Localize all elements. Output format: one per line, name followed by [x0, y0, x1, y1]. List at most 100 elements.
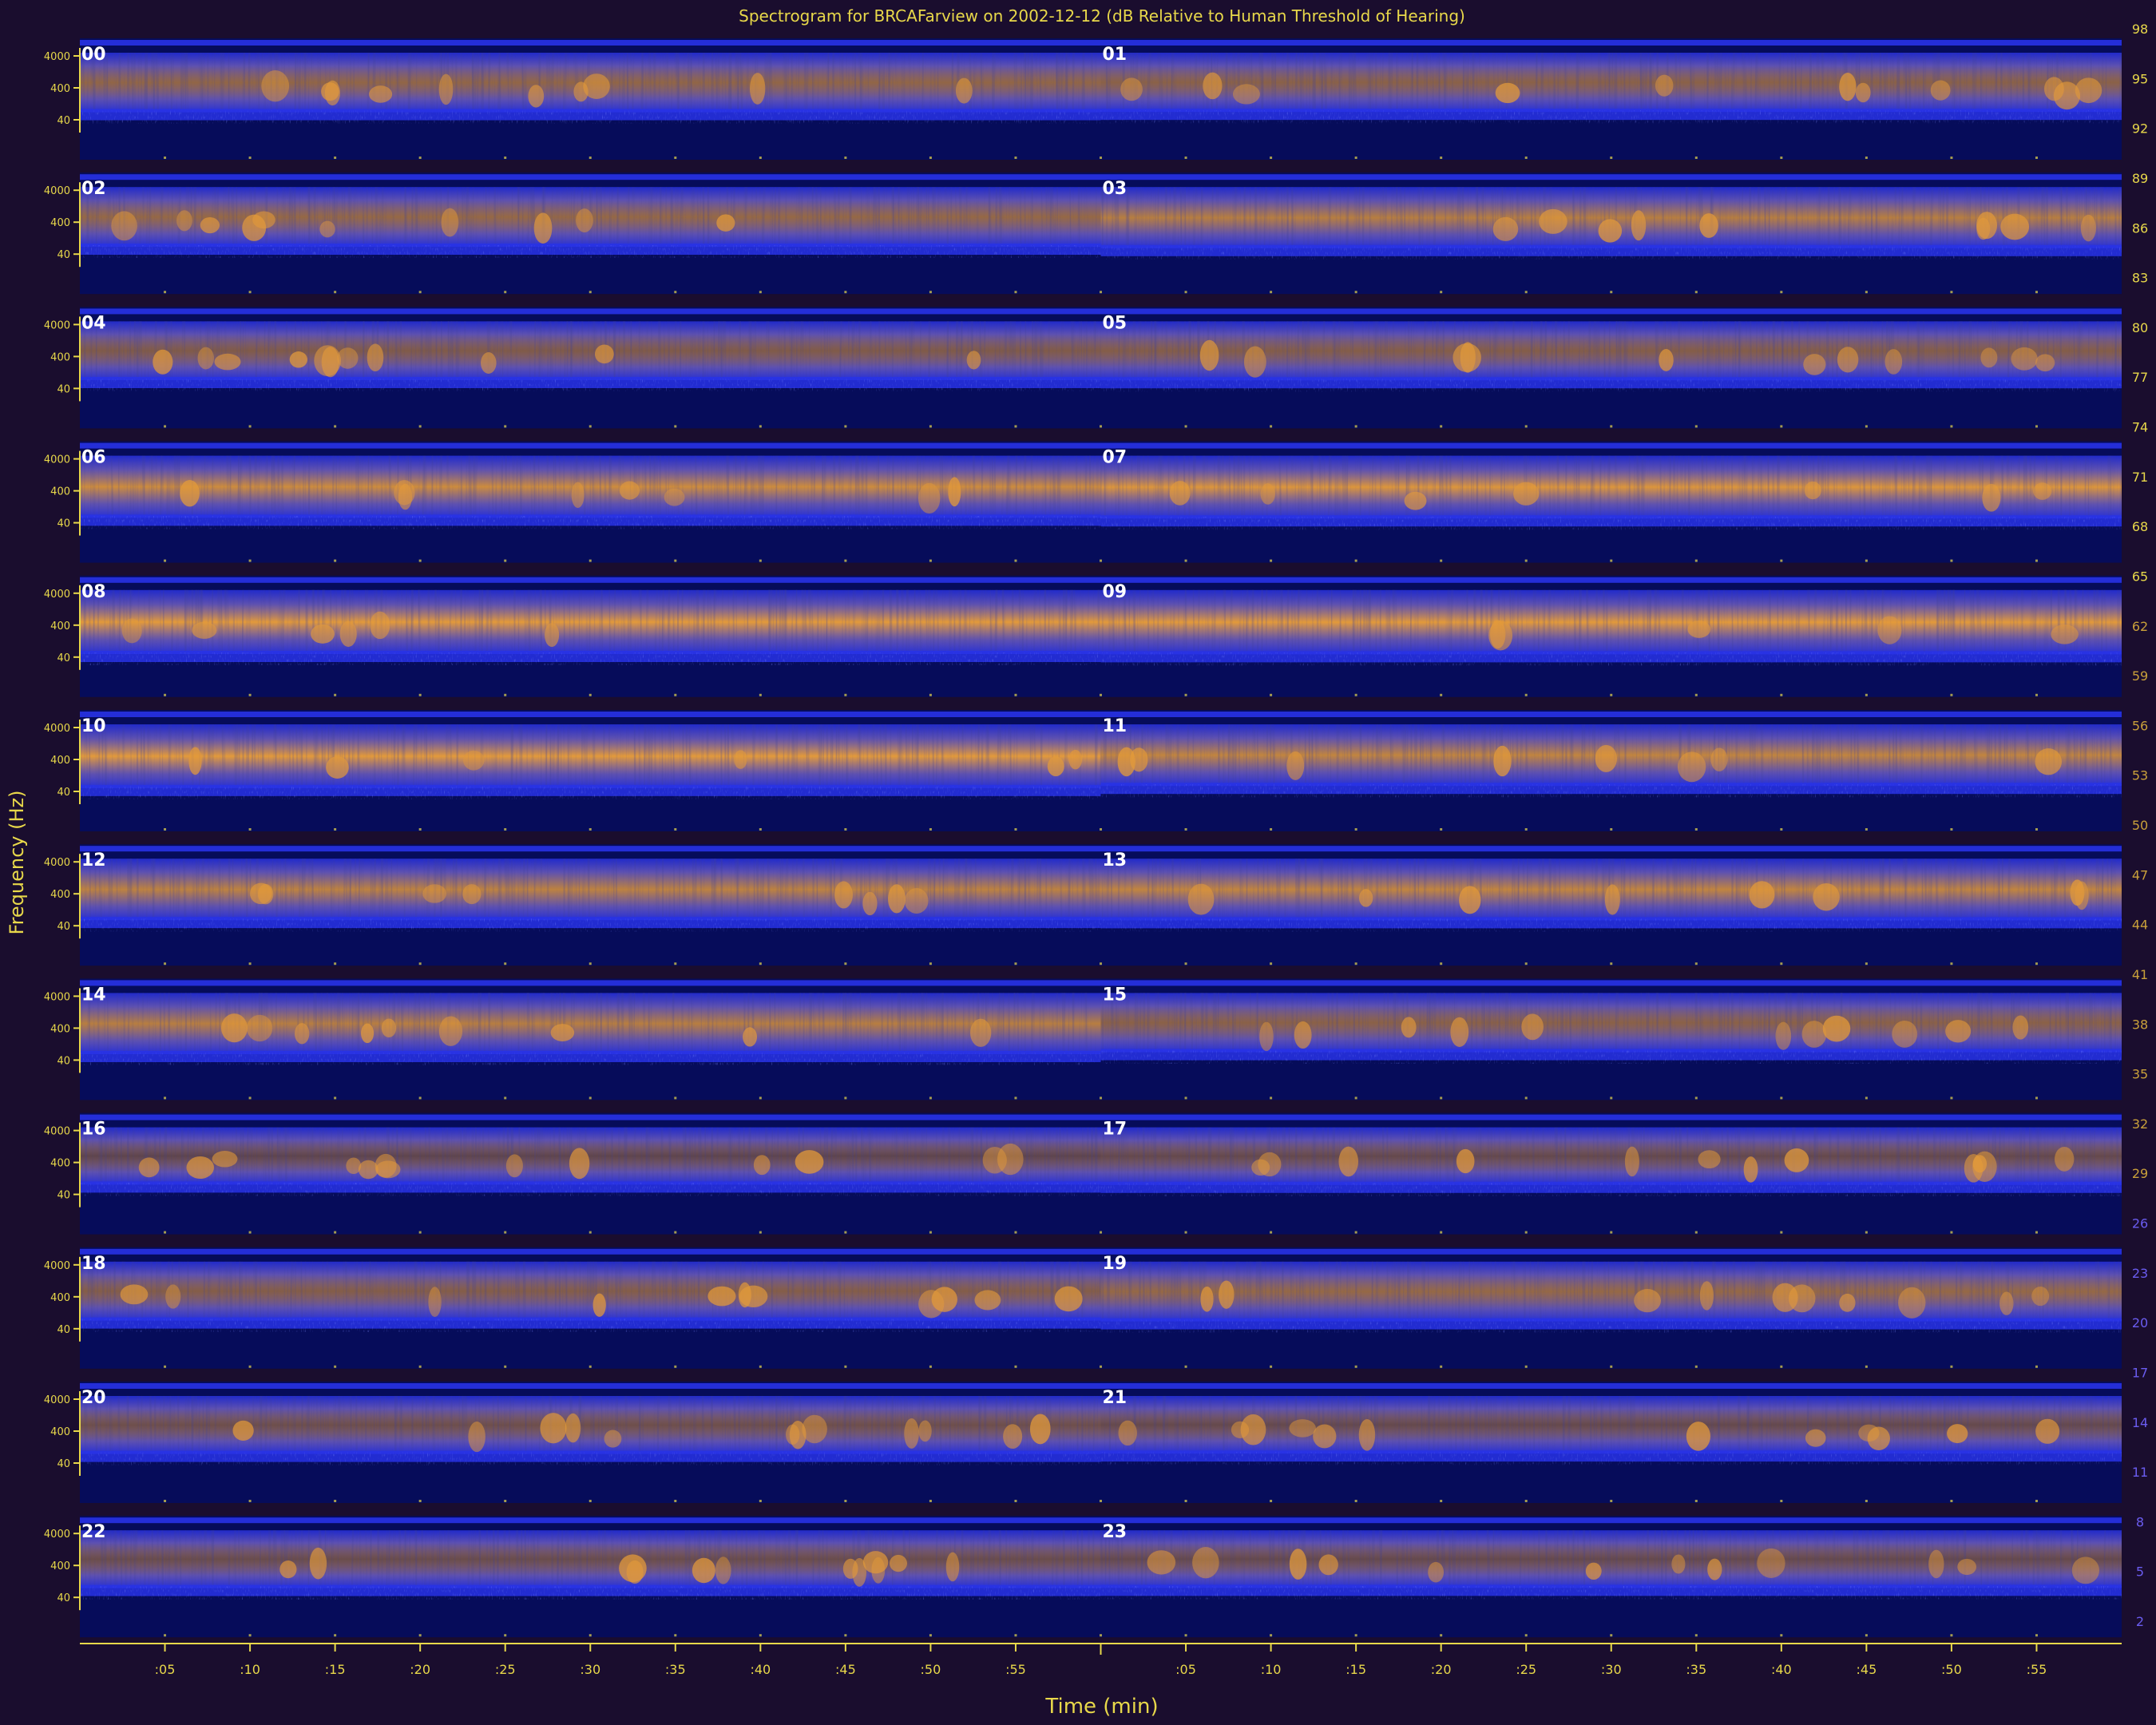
minute-dot	[2035, 693, 2038, 696]
transient-event	[871, 1556, 886, 1584]
minute-dot	[2035, 1500, 2038, 1502]
minute-dot	[674, 1634, 677, 1637]
minute-dot	[844, 962, 847, 966]
minute-dot	[1524, 1500, 1528, 1502]
colorbar-tick-label: 8	[2136, 1514, 2144, 1529]
minute-dot	[2035, 559, 2038, 562]
transient-event	[1585, 1562, 1602, 1580]
minute-dot	[759, 425, 762, 428]
minute-dot	[1865, 1231, 1868, 1234]
minute-dot	[1100, 962, 1102, 966]
transient-event	[583, 73, 610, 100]
colorbar-tick-label: 20	[2132, 1315, 2148, 1330]
transient-event	[1898, 1287, 1926, 1319]
transient-event	[1232, 84, 1260, 105]
minute-dot	[674, 291, 677, 294]
transient-event	[966, 351, 981, 370]
spectrogram-row: 22 23 4000 400 40	[44, 1516, 2122, 1638]
y-tick-label: 4000	[44, 454, 70, 466]
transient-event	[749, 73, 766, 105]
minute-dot	[334, 962, 337, 966]
minute-dot	[1694, 1096, 1698, 1100]
minute-dot	[1524, 828, 1528, 831]
minute-dot	[164, 559, 167, 562]
transient-event	[1749, 881, 1775, 909]
band-lower-speckle	[80, 786, 1101, 799]
colorbar-tick-label: 47	[2132, 867, 2148, 882]
minute-dot	[1184, 1500, 1187, 1502]
minute-dot	[929, 425, 932, 428]
minute-dot	[1440, 291, 1443, 294]
y-tick-label: 40	[57, 115, 70, 127]
x-tick-label: :10	[1261, 1662, 1282, 1677]
transient-event	[540, 1413, 567, 1444]
band-lower-speckle	[1100, 652, 2122, 666]
minute-dot	[164, 693, 167, 696]
hour-label: 15	[1103, 985, 1128, 1005]
minute-dot	[1354, 962, 1357, 966]
transient-event	[1495, 82, 1520, 104]
minute-dot	[929, 1231, 932, 1234]
minute-dot	[1440, 425, 1443, 428]
hour-label: 12	[81, 851, 106, 870]
transient-event	[398, 483, 413, 510]
x-tick-label: :55	[2027, 1662, 2047, 1677]
band-lower-speckle	[1100, 110, 2122, 124]
minute-dot	[1014, 1231, 1017, 1234]
y-tick-label: 400	[50, 217, 70, 229]
transient-event	[1521, 1013, 1544, 1041]
minute-dot	[1780, 1634, 1783, 1637]
minute-dot	[2035, 425, 2038, 428]
minute-dot	[1354, 693, 1357, 696]
transient-event	[180, 479, 200, 507]
minute-dot	[1610, 157, 1613, 159]
minute-dot	[334, 425, 337, 428]
minute-dot	[844, 425, 847, 428]
colorbar-tick-label: 5	[2136, 1564, 2144, 1580]
minute-dot	[1354, 1365, 1357, 1368]
minute-dot	[1865, 425, 1868, 428]
hour-label: 17	[1103, 1120, 1128, 1140]
transient-event	[948, 477, 961, 507]
minute-dot	[1780, 1096, 1783, 1100]
minute-dot	[589, 1365, 592, 1368]
minute-dot	[1100, 425, 1102, 428]
minute-dot	[2035, 1096, 2038, 1100]
transient-event	[361, 1023, 375, 1044]
transient-event	[1655, 74, 1674, 97]
colorbar-tick-label: 2	[2136, 1614, 2144, 1629]
spectrogram-row: 14 15 4000 400 40	[44, 978, 2122, 1100]
colorbar-tick-label: 56	[2132, 718, 2148, 733]
hour-label: 16	[81, 1120, 106, 1140]
x-tick-label: :30	[580, 1662, 600, 1677]
minute-dot	[1694, 1231, 1698, 1234]
y-tick-label: 40	[57, 1055, 70, 1067]
minute-dot	[1780, 828, 1783, 831]
minute-dot	[164, 1365, 167, 1368]
minute-dot	[1694, 828, 1698, 831]
y-tick-label: 400	[50, 83, 70, 95]
transient-event	[1947, 1424, 1968, 1444]
transient-event	[1120, 77, 1143, 101]
transient-event	[1029, 1414, 1051, 1445]
colorbar-tick-label: 74	[2132, 420, 2148, 435]
minute-dot	[1865, 1500, 1868, 1502]
transient-event	[441, 208, 459, 237]
minute-dot	[1950, 693, 1953, 696]
minute-dot	[418, 559, 422, 562]
minute-dot	[1780, 291, 1783, 294]
minute-dot	[1014, 291, 1017, 294]
minute-dot	[589, 1634, 592, 1637]
row-top-edge	[80, 442, 2122, 449]
transient-event	[192, 621, 217, 639]
transient-event	[1054, 1286, 1083, 1312]
transient-event	[1118, 1420, 1137, 1446]
minute-dot	[504, 828, 507, 831]
transient-event	[1243, 346, 1266, 378]
spectrogram-row: 10 11 4000 400 40	[44, 710, 2122, 831]
minute-dot	[334, 1634, 337, 1637]
minute-dot	[504, 291, 507, 294]
minute-dot	[1694, 1365, 1698, 1368]
x-tick-label: :40	[750, 1662, 771, 1677]
minute-dot	[334, 1231, 337, 1234]
